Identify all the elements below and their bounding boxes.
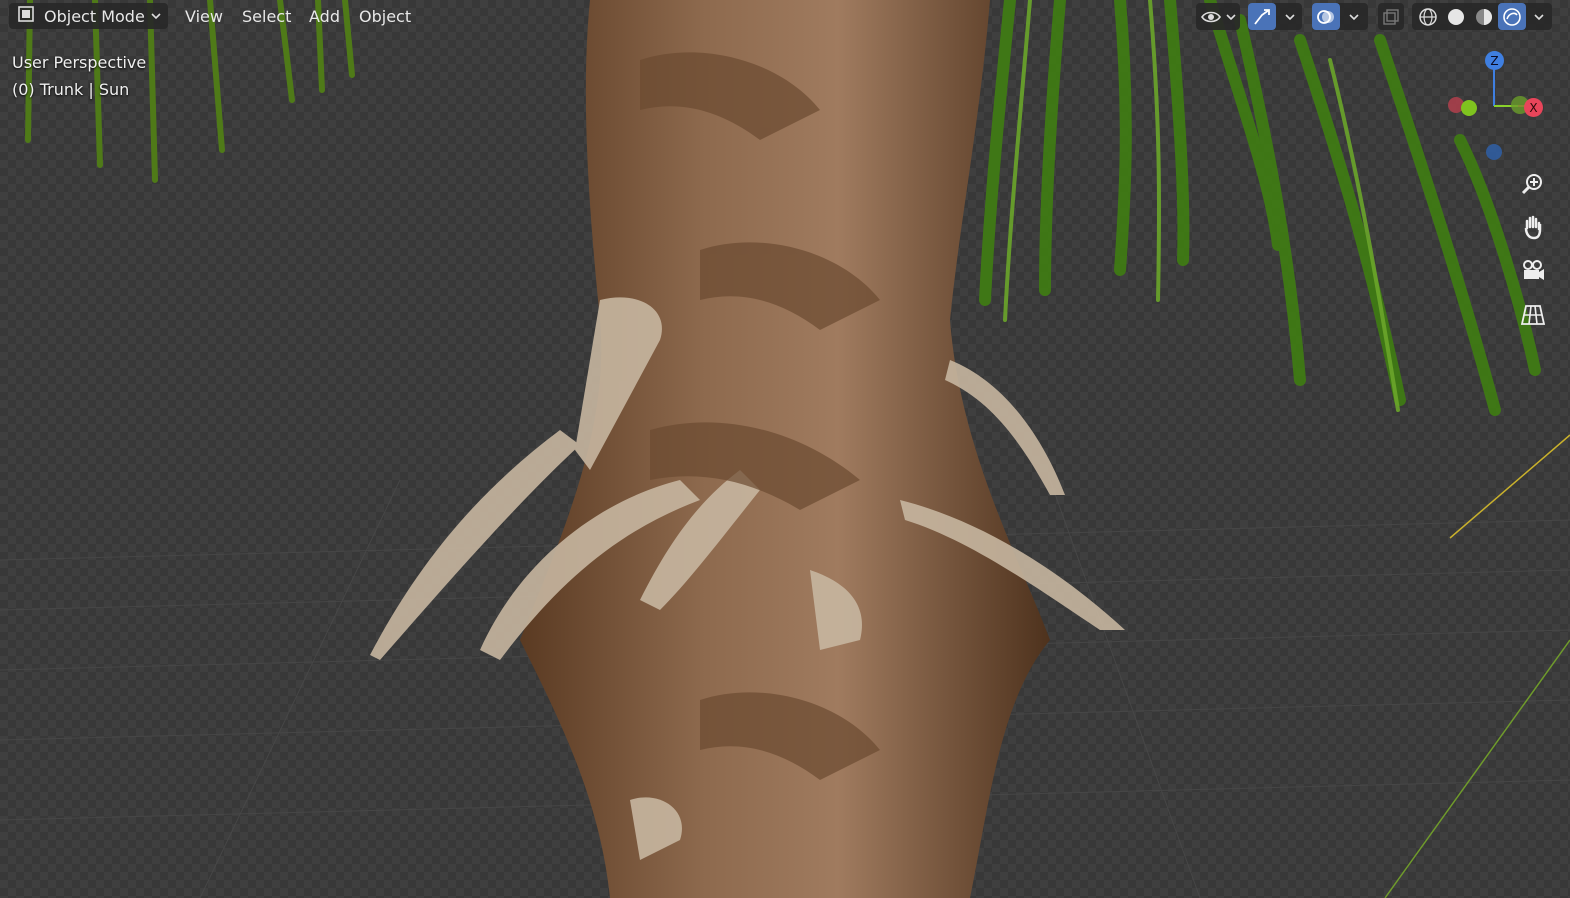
menu-object[interactable]: Object: [350, 3, 420, 29]
viewport-info: User Perspective (0) Trunk | Sun: [12, 49, 146, 103]
chevron-down-icon[interactable]: [1282, 3, 1298, 30]
menu-add[interactable]: Add: [300, 3, 349, 29]
visibility-dropdown[interactable]: [1196, 3, 1240, 30]
axis-z-button[interactable]: Z: [1485, 51, 1504, 70]
zoom-icon[interactable]: [1516, 167, 1550, 201]
object-mode-dropdown[interactable]: Object Mode: [9, 3, 168, 29]
wireframe-shading-icon[interactable]: [1414, 3, 1442, 30]
menu-select[interactable]: Select: [233, 3, 300, 29]
scene-render: [0, 0, 1570, 898]
xray-toggle[interactable]: [1378, 3, 1404, 30]
rendered-shading-icon[interactable]: [1498, 3, 1526, 30]
mode-label: Object Mode: [44, 6, 145, 26]
viewport-header: Object Mode View Select Add Object: [0, 0, 1570, 33]
chevron-down-icon: [1224, 3, 1238, 30]
eye-icon: [1200, 3, 1222, 30]
grid-perspective-icon[interactable]: [1516, 298, 1550, 332]
shading-group: [1412, 3, 1552, 30]
chevron-down-icon[interactable]: [1346, 3, 1362, 30]
axis-x-button[interactable]: X: [1524, 98, 1543, 117]
collection-label: (0) Trunk | Sun: [12, 80, 130, 99]
overlays-icon[interactable]: [1312, 3, 1340, 30]
object-mode-icon: [17, 5, 35, 27]
gizmo-icon[interactable]: [1248, 3, 1276, 30]
hand-icon[interactable]: [1516, 210, 1550, 244]
gizmo-toggle[interactable]: [1248, 3, 1302, 30]
overlays-toggle[interactable]: [1312, 3, 1368, 30]
chevron-down-icon[interactable]: [1530, 3, 1548, 30]
solid-shading-icon[interactable]: [1442, 3, 1470, 30]
chevron-down-icon: [150, 8, 162, 27]
navigation-gizmo[interactable]: Z X: [1440, 44, 1550, 164]
3d-viewport[interactable]: Object Mode View Select Add Object User …: [0, 0, 1570, 898]
xray-icon: [1378, 3, 1404, 30]
perspective-label: User Perspective: [12, 53, 147, 72]
material-preview-icon[interactable]: [1470, 3, 1498, 30]
menu-view[interactable]: View: [176, 3, 232, 29]
camera-icon[interactable]: [1516, 254, 1550, 288]
